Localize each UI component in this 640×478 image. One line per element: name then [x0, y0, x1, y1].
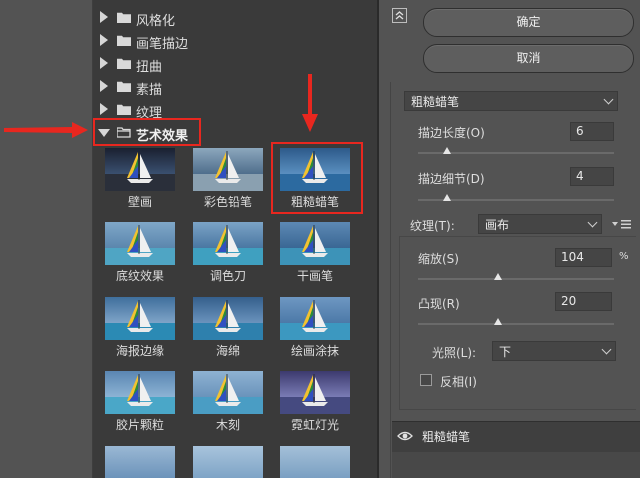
folder-row[interactable]: 风格化 [93, 6, 377, 29]
filter-thumbnail[interactable] [105, 222, 175, 265]
filter-thumbnail-label: 海报边缘 [115, 344, 164, 358]
texture-select-value: 画布 [485, 218, 510, 232]
relief-track[interactable] [418, 323, 614, 325]
folder-icon [117, 35, 131, 46]
folder-label: 风格化 [136, 14, 176, 29]
effect-layer-row[interactable]: 粗糙蜡笔 [392, 421, 640, 453]
canvas-edge [0, 0, 92, 478]
filter-thumbnail[interactable] [193, 297, 263, 340]
filter-thumbnail-label: 绘画涂抹 [290, 344, 339, 358]
relief-label: 凸现(R) [418, 297, 460, 311]
folder-label: 素描 [136, 83, 163, 98]
filter-thumbnail-label: 彩色铅笔 [203, 195, 252, 209]
selected-filter-highlight [271, 142, 363, 214]
filter-thumbnail[interactable] [105, 371, 175, 414]
chevron-down-icon [603, 94, 614, 105]
folder-icon [117, 58, 131, 69]
relief-input[interactable]: 20 [555, 292, 612, 311]
triangle-right-icon[interactable] [100, 80, 108, 92]
collapse-toggle-icon[interactable] [392, 8, 407, 23]
filter-select[interactable]: 粗糙蜡笔 [404, 91, 618, 111]
invert-label: 反相(I) [440, 375, 477, 389]
filter-thumbnail[interactable] [193, 371, 263, 414]
scaling-input[interactable]: 104 [555, 248, 612, 267]
folder-icon [117, 12, 131, 23]
filter-gallery-tree: 风格化 画笔描边 扭曲 素描 纹理 艺术效果 壁画 彩色铅笔 粗糙蜡笔 底纹效果 调色刀 干画笔 海报… [93, 0, 377, 478]
folder-label: 画笔描边 [136, 37, 189, 52]
triangle-right-icon[interactable] [100, 103, 108, 115]
filter-thumbnail-label: 调色刀 [209, 269, 246, 283]
texture-menu-icon[interactable] [612, 218, 634, 230]
folder-icon [117, 104, 131, 115]
chevron-down-icon [601, 344, 612, 355]
chevron-down-icon [587, 217, 598, 228]
filter-select-value: 粗糙蜡笔 [411, 95, 460, 109]
eye-icon[interactable] [397, 430, 413, 442]
scaling-label: 缩放(S) [418, 252, 459, 266]
filter-thumbnail[interactable] [105, 297, 175, 340]
annotation-highlight-box [93, 118, 201, 146]
triangle-right-icon[interactable] [100, 11, 108, 23]
stroke-detail-input[interactable]: 4 [570, 167, 614, 186]
effect-layer-name: 粗糙蜡笔 [422, 430, 471, 444]
light-select-value: 下 [499, 345, 512, 359]
stroke-detail-slider[interactable] [443, 194, 452, 201]
relief-slider[interactable] [494, 318, 503, 325]
texture-select[interactable]: 画布 [478, 214, 602, 234]
filter-thumbnail[interactable] [193, 148, 263, 191]
filter-thumbnail[interactable] [193, 222, 263, 265]
light-label: 光照(L): [432, 346, 477, 360]
cancel-button[interactable]: 取消 [423, 44, 634, 73]
filter-thumbnail[interactable] [105, 148, 175, 191]
filter-thumbnail[interactable] [280, 297, 350, 340]
folder-label: 扭曲 [136, 60, 163, 75]
filter-thumbnail[interactable] [105, 446, 175, 478]
filter-thumbnail-label: 海绵 [215, 344, 240, 358]
triangle-right-icon[interactable] [100, 57, 108, 69]
filter-thumbnail[interactable] [280, 371, 350, 414]
filter-thumbnail[interactable] [280, 446, 350, 478]
layer-list-empty [392, 452, 640, 478]
folder-icon [117, 81, 131, 92]
filter-thumbnail-label: 胶片颗粒 [115, 418, 164, 432]
stroke-length-input[interactable]: 6 [570, 122, 614, 141]
filter-thumbnail[interactable] [280, 222, 350, 265]
divider [390, 82, 391, 478]
invert-checkbox[interactable] [420, 374, 432, 386]
filter-thumbnail-label: 干画笔 [296, 269, 333, 283]
stroke-detail-label: 描边细节(D) [418, 172, 485, 186]
folder-row[interactable]: 素描 [93, 75, 377, 98]
filter-thumbnail-label: 木刻 [215, 418, 240, 432]
folder-row[interactable]: 画笔描边 [93, 29, 377, 52]
filter-thumbnail-label: 霓虹灯光 [290, 418, 339, 432]
scaling-track[interactable] [418, 278, 614, 280]
annotation-arrow-down [302, 74, 318, 132]
stroke-length-slider[interactable] [443, 147, 452, 154]
filter-thumbnail-label: 底纹效果 [115, 269, 164, 283]
texture-label: 纹理(T): [410, 219, 455, 233]
annotation-arrow-right [4, 122, 88, 138]
scaling-slider[interactable] [494, 273, 503, 280]
filter-thumbnail-label: 壁画 [127, 195, 152, 209]
folder-row[interactable]: 扭曲 [93, 52, 377, 75]
scaling-unit: % [619, 251, 629, 262]
filter-thumbnail[interactable] [193, 446, 263, 478]
ok-button[interactable]: 确定 [423, 8, 634, 37]
light-select[interactable]: 下 [492, 341, 616, 361]
stroke-length-label: 描边长度(O) [418, 126, 485, 140]
triangle-right-icon[interactable] [100, 34, 108, 46]
